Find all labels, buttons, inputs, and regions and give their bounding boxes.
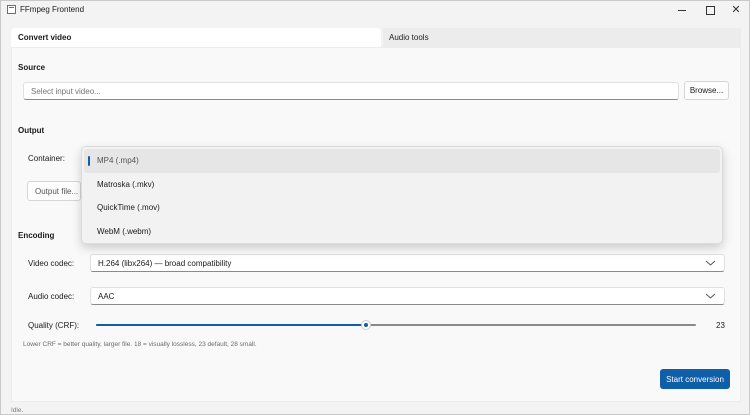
video-codec-select[interactable]: H.264 (libx264) — broad compatibility <box>90 254 725 272</box>
quality-slider[interactable] <box>96 319 696 331</box>
container-label: Container: <box>28 154 65 163</box>
audio-codec-label: Audio codec: <box>28 292 75 301</box>
crf-hint: Lower CRF = better quality, larger file.… <box>23 341 257 348</box>
slider-thumb[interactable] <box>361 320 371 330</box>
container-option-mov[interactable]: QuickTime (.mov) <box>84 196 720 220</box>
app-icon <box>7 5 16 14</box>
close-icon[interactable]: ✕ <box>722 1 749 19</box>
title-bar[interactable]: FFmpeg Frontend ✕ <box>1 1 749 19</box>
minimize-icon[interactable] <box>668 1 696 19</box>
quality-value: 23 <box>716 321 725 330</box>
tab-audio-tools[interactable]: Audio tools <box>383 28 741 47</box>
chevron-down-icon <box>705 293 716 299</box>
audio-codec-select[interactable]: AAC <box>90 287 725 305</box>
container-option-mkv[interactable]: Matroska (.mkv) <box>84 173 720 197</box>
tab-convert-video[interactable]: Convert video <box>11 28 381 47</box>
video-codec-label: Video codec: <box>28 259 75 268</box>
quality-label: Quality (CRF): <box>28 321 80 330</box>
chevron-down-icon <box>705 260 716 266</box>
start-conversion-button[interactable]: Start conversion <box>660 369 730 389</box>
app-window: FFmpeg Frontend ✕ Convert video Audio to… <box>0 0 750 415</box>
audio-codec-value: AAC <box>98 291 115 301</box>
encoding-heading: Encoding <box>18 231 55 240</box>
source-input[interactable] <box>23 82 679 100</box>
container-option-mp4[interactable]: MP4 (.mp4) <box>84 149 720 173</box>
output-heading: Output <box>18 126 45 135</box>
container-option-webm[interactable]: WebM (.webm) <box>84 220 720 244</box>
output-file-button[interactable]: Output file... <box>27 181 81 201</box>
status-text: Idle. <box>11 407 24 414</box>
slider-fill <box>96 324 366 326</box>
window-title: FFmpeg Frontend <box>20 5 85 14</box>
browse-button[interactable]: Browse... <box>684 81 729 100</box>
video-codec-value: H.264 (libx264) — broad compatibility <box>98 258 232 268</box>
container-dropdown: MP4 (.mp4) Matroska (.mkv) QuickTime (.m… <box>81 146 723 244</box>
tab-bar: Convert video Audio tools <box>11 28 741 47</box>
source-heading: Source <box>18 63 46 72</box>
maximize-icon[interactable] <box>696 1 724 19</box>
